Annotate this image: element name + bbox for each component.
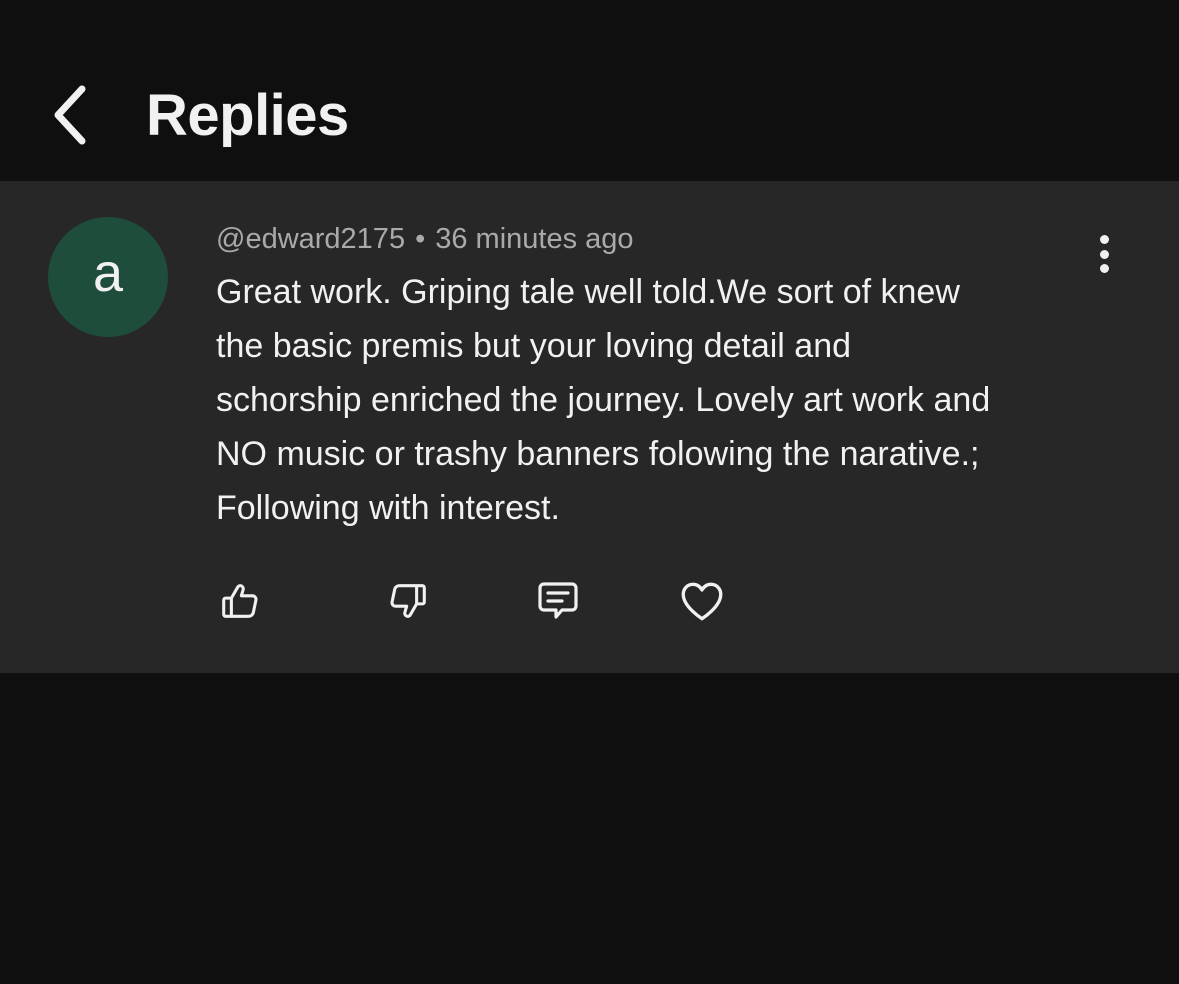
heart-button[interactable] [676, 575, 728, 627]
comment-line: schorship enriched the journey. Lovely a… [216, 381, 991, 419]
heart-icon [681, 582, 723, 621]
comment-line: NO music or trashy banners folowing the … [216, 435, 980, 473]
comment-body: Great work. Griping tale well told.We so… [216, 265, 1116, 535]
chevron-left-icon [54, 85, 86, 145]
thumbs-down-icon [390, 584, 426, 618]
author-handle[interactable]: @edward2175 [216, 223, 405, 255]
more-vertical-icon [1099, 235, 1109, 244]
comment-card: a @edward2175 • 36 minutes ago Great work.… [0, 181, 1179, 673]
comment-timestamp: 36 minutes ago [435, 223, 634, 255]
like-button[interactable] [214, 575, 266, 627]
dislike-button[interactable] [382, 575, 434, 627]
header-bar: Replies [0, 0, 1179, 181]
avatar-letter: a [92, 243, 124, 303]
comment-line: the basic premis but your loving detail … [216, 327, 852, 365]
meta-separator: • [415, 223, 426, 255]
more-vertical-icon-dot [1099, 249, 1109, 259]
comment-icon [538, 582, 578, 619]
reply-button[interactable] [532, 575, 584, 627]
thumbs-up-icon [222, 584, 258, 618]
comment-line: Following with interest. [216, 489, 560, 527]
avatar[interactable]: a [48, 217, 168, 337]
comment-meta: @edward2175 • 36 minutes ago [216, 219, 634, 259]
comment-line: Great work. Griping tale well told.We so… [216, 273, 960, 311]
comment-actions [0, 575, 1179, 627]
back-button[interactable] [40, 80, 100, 150]
page-title: Replies [146, 83, 349, 148]
